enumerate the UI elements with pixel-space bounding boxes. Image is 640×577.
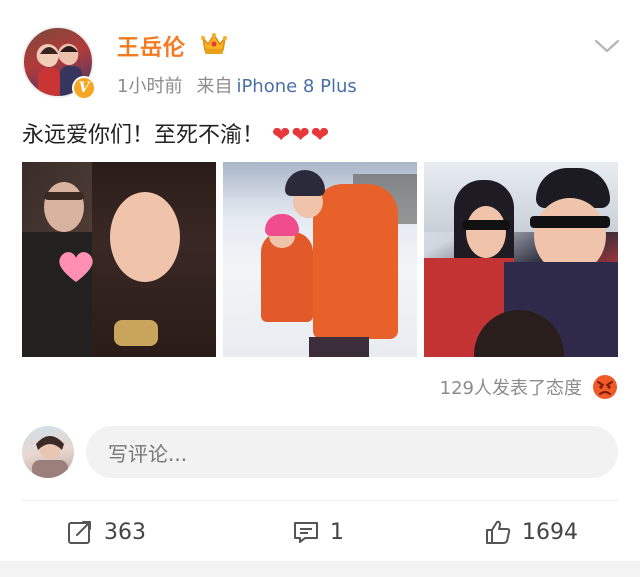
reactions-summary[interactable]: 129人发表了态度 [440, 374, 618, 400]
chevron-down-icon[interactable] [594, 38, 620, 54]
adult-jacket [313, 184, 398, 339]
post-text: 永远爱你们！至死不渝！ ❤❤❤ [22, 117, 330, 149]
repost-button[interactable]: 363 [66, 514, 146, 550]
like-button[interactable]: 1694 [484, 514, 578, 550]
comment-count: 1 [330, 519, 344, 545]
man-sunglasses [530, 216, 610, 228]
photo-couple-selfie[interactable] [22, 162, 216, 357]
comment-button[interactable]: 1 [292, 514, 344, 550]
comment-input[interactable]: 写评论... [86, 426, 618, 478]
comment-icon [294, 522, 318, 543]
post-meta: 1小时前 来自 iPhone 8 Plus [117, 72, 357, 98]
weibo-post-card: V 王岳伦 1小时前 来自 iPhone 8 Plus 永远爱你们！至死不渝！ ❤❤❤ [0, 0, 640, 577]
verified-badge-icon: V [72, 76, 96, 100]
repost-icon [68, 521, 91, 544]
author-name[interactable]: 王岳伦 [117, 30, 186, 62]
heart-sticker-icon [59, 252, 93, 282]
face-man [44, 182, 84, 232]
avatar-image [32, 436, 68, 478]
angry-face-icon [593, 375, 617, 399]
pants [309, 337, 369, 357]
divider [22, 500, 618, 501]
reactions-count-text: 129人发表了态度 [439, 378, 582, 399]
woman-face [466, 206, 506, 258]
crown-icon [201, 33, 227, 54]
thumbs-up-icon [486, 520, 511, 544]
watch [114, 320, 158, 346]
face-woman [110, 192, 180, 282]
photo-yacht-selfie[interactable] [424, 162, 618, 357]
photo-ski-family[interactable] [223, 162, 417, 357]
source-label: 来自 [196, 76, 233, 97]
heart-emoji-icons: ❤❤❤ [272, 123, 331, 148]
photo-grid [22, 162, 618, 357]
woman-sunglasses [462, 220, 510, 230]
glasses [44, 192, 84, 200]
like-count: 1694 [522, 519, 578, 545]
kid-helmet [265, 214, 299, 236]
repost-count: 363 [104, 519, 146, 545]
current-user-avatar [22, 426, 74, 478]
source-device-link[interactable]: iPhone 8 Plus [236, 76, 356, 97]
bottom-spacer [0, 561, 640, 577]
post-body: 永远爱你们！至死不渝！ [22, 123, 265, 148]
post-time: 1小时前 [117, 76, 183, 97]
